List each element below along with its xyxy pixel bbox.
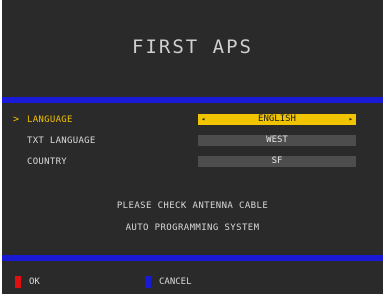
- arrow-right-icon[interactable]: ▸: [349, 114, 353, 125]
- menu-row-label: LANGUAGE: [27, 115, 73, 125]
- arrow-left-icon[interactable]: ◂: [201, 114, 205, 125]
- system-message: AUTO PROGRAMMING SYSTEM: [125, 223, 260, 233]
- top-divider-bar: [2, 97, 383, 103]
- tv-osd-screen: FIRST APS > LANGUAGE ◂ ENGLISH ▸ TXT LAN…: [2, 0, 383, 294]
- menu-row-country[interactable]: COUNTRY SF: [2, 155, 383, 169]
- bottom-divider-bar: [2, 255, 383, 261]
- cancel-label: CANCEL: [159, 277, 192, 287]
- red-key-icon: [15, 276, 21, 288]
- txt-language-value[interactable]: WEST: [198, 135, 356, 146]
- menu-row-language[interactable]: > LANGUAGE ◂ ENGLISH ▸: [2, 113, 383, 127]
- blue-key-icon: [145, 276, 151, 288]
- ok-label: OK: [29, 277, 40, 287]
- menu-row-label: COUNTRY: [27, 157, 68, 167]
- country-value[interactable]: SF: [198, 156, 356, 167]
- language-value: ENGLISH: [258, 114, 296, 124]
- page-title: FIRST APS: [132, 36, 253, 58]
- menu-row-txt-language[interactable]: TXT LANGUAGE WEST: [2, 134, 383, 148]
- language-selector[interactable]: ◂ ENGLISH ▸: [198, 114, 356, 125]
- selection-cursor-icon: >: [13, 114, 20, 125]
- menu-row-label: TXT LANGUAGE: [27, 136, 96, 146]
- antenna-message: PLEASE CHECK ANTENNA CABLE: [116, 201, 269, 211]
